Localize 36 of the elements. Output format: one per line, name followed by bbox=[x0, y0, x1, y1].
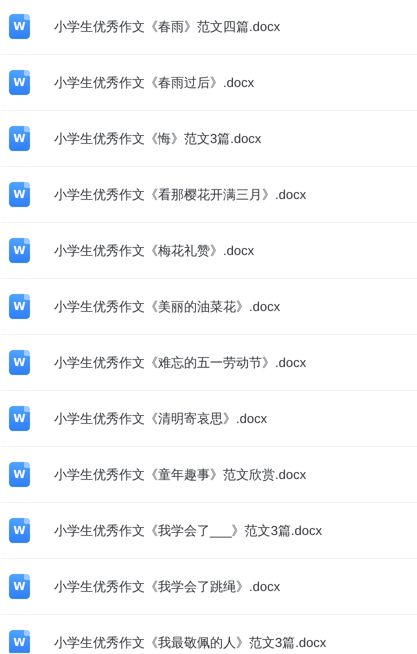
file-name: 小学生优秀作文《看那樱花开满三月》.docx bbox=[54, 186, 306, 204]
file-name: 小学生优秀作文《美丽的油菜花》.docx bbox=[54, 298, 280, 316]
file-row[interactable]: W 小学生优秀作文《悔》范文3篇.docx bbox=[2, 111, 417, 167]
word-document-icon: W bbox=[9, 630, 30, 653]
file-row[interactable]: W 小学生优秀作文《看那樱花开满三月》.docx bbox=[2, 167, 417, 223]
file-name: 小学生优秀作文《春雨》范文四篇.docx bbox=[54, 18, 280, 36]
file-name: 小学生优秀作文《春雨过后》.docx bbox=[54, 74, 254, 92]
word-document-icon: W bbox=[9, 462, 30, 487]
word-document-icon: W bbox=[9, 350, 30, 375]
file-row[interactable]: W 小学生优秀作文《我学会了跳绳》.docx bbox=[2, 559, 417, 615]
word-document-icon: W bbox=[9, 518, 30, 543]
file-name: 小学生优秀作文《我学会了跳绳》.docx bbox=[54, 578, 280, 596]
file-name: 小学生优秀作文《悔》范文3篇.docx bbox=[54, 130, 262, 148]
file-row[interactable]: W 小学生优秀作文《梅花礼赞》.docx bbox=[2, 223, 417, 279]
file-row[interactable]: W 小学生优秀作文《春雨过后》.docx bbox=[2, 55, 417, 111]
word-document-icon: W bbox=[9, 182, 30, 207]
file-name: 小学生优秀作文《难忘的五一劳动节》.docx bbox=[54, 354, 306, 372]
file-name: 小学生优秀作文《童年趣事》范文欣赏.docx bbox=[54, 466, 306, 484]
file-row[interactable]: W 小学生优秀作文《美丽的油菜花》.docx bbox=[2, 279, 417, 335]
file-name: 小学生优秀作文《我最敬佩的人》范文3篇.docx bbox=[54, 634, 326, 652]
file-name: 小学生优秀作文《清明寄哀思》.docx bbox=[54, 410, 268, 428]
file-row[interactable]: W 小学生优秀作文《难忘的五一劳动节》.docx bbox=[2, 335, 417, 391]
file-name: 小学生优秀作文《我学会了___》范文3篇.docx bbox=[54, 522, 322, 540]
file-row[interactable]: W 小学生优秀作文《童年趣事》范文欣赏.docx bbox=[2, 447, 417, 503]
file-name: 小学生优秀作文《梅花礼赞》.docx bbox=[54, 242, 254, 260]
word-document-icon: W bbox=[9, 126, 30, 151]
word-document-icon: W bbox=[9, 574, 30, 599]
word-document-icon: W bbox=[9, 14, 30, 39]
file-row[interactable]: W 小学生优秀作文《春雨》范文四篇.docx bbox=[2, 0, 417, 55]
word-document-icon: W bbox=[9, 406, 30, 431]
word-document-icon: W bbox=[9, 294, 30, 319]
file-row[interactable]: W 小学生优秀作文《我最敬佩的人》范文3篇.docx bbox=[2, 615, 417, 653]
file-row[interactable]: W 小学生优秀作文《我学会了___》范文3篇.docx bbox=[2, 503, 417, 559]
word-document-icon: W bbox=[9, 70, 30, 95]
file-row[interactable]: W 小学生优秀作文《清明寄哀思》.docx bbox=[2, 391, 417, 447]
word-document-icon: W bbox=[9, 238, 30, 263]
